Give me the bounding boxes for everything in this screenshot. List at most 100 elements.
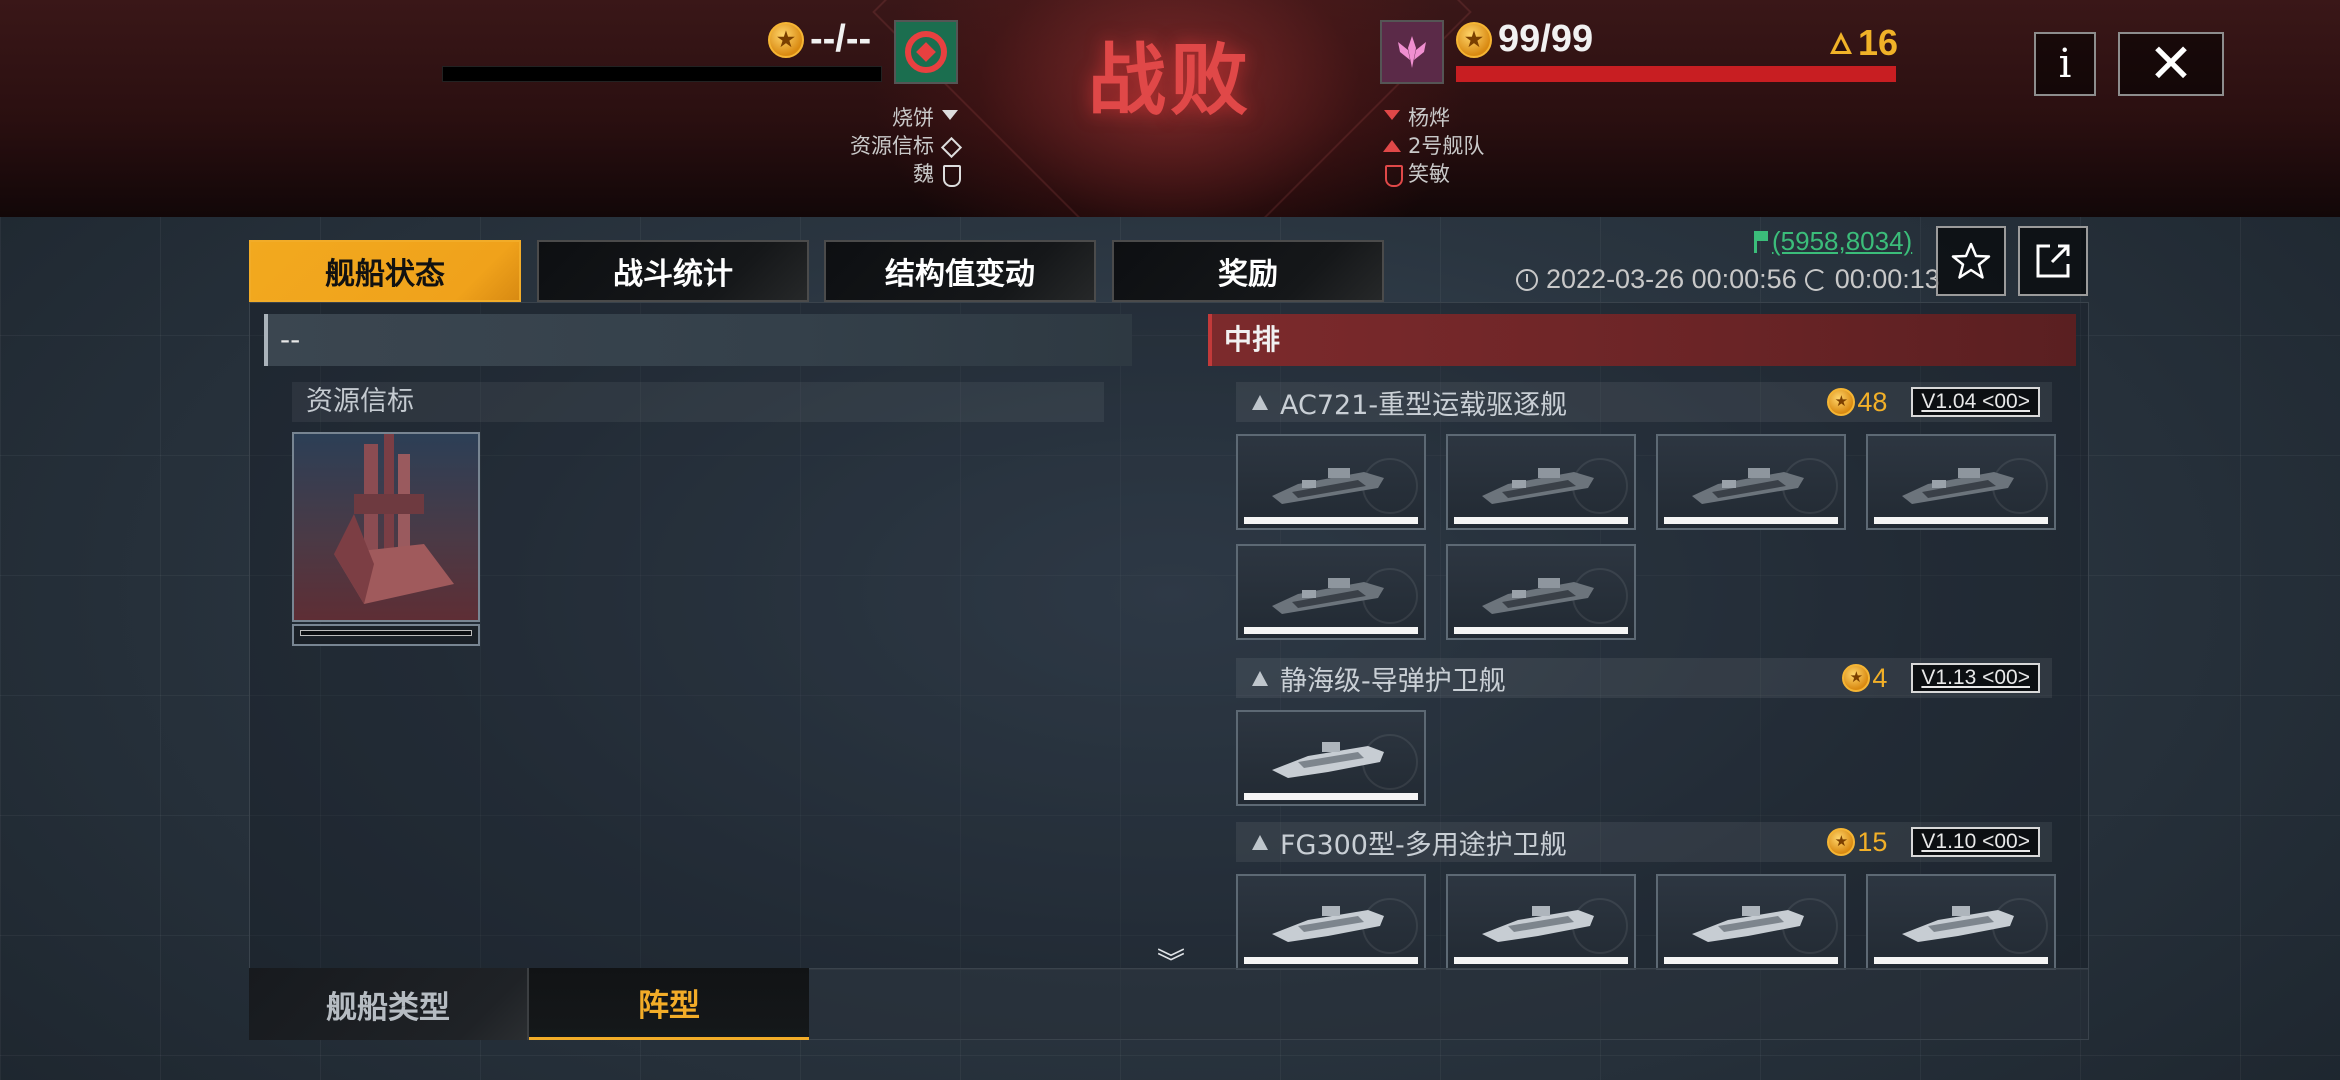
rank-triangle-icon: [1830, 32, 1852, 54]
ship-card[interactable]: [1446, 434, 1636, 530]
ship-hp-bar: [1454, 957, 1628, 964]
ship-hp-bar: [1454, 517, 1628, 524]
version-tag[interactable]: V1.04 <00>: [1911, 387, 2040, 417]
info-button[interactable]: i: [2034, 32, 2096, 96]
ship-card[interactable]: [1236, 874, 1426, 970]
left-group-header: 资源信标: [292, 382, 1104, 422]
ship-image: [1482, 906, 1594, 942]
ship-hp-bar: [1454, 627, 1628, 634]
left-info-commander: 烧饼: [820, 104, 960, 132]
right-info-list: 杨烨 2号舰队 笑敏: [1382, 104, 1582, 188]
right-info-alliance: 笑敏: [1382, 160, 1582, 188]
version-tag[interactable]: V1.10 <00>: [1911, 827, 2040, 857]
ship-image: [1482, 578, 1594, 614]
ship-image: [1482, 468, 1594, 504]
faction-emblem-icon: [905, 31, 947, 73]
ship-hp-bar: [1244, 627, 1418, 634]
close-button[interactable]: ✕: [2118, 32, 2224, 96]
resource-icon: [1456, 21, 1492, 58]
coordinates-link[interactable]: (5958,8034): [1754, 226, 1912, 257]
ship-card[interactable]: [1866, 874, 2056, 970]
fleet-up-red-icon: [1382, 136, 1402, 156]
left-hp-bar: [442, 66, 882, 82]
right-score-value: 99/99: [1498, 18, 1594, 60]
tab-battle-stats[interactable]: 战斗统计: [537, 240, 809, 302]
ship-card[interactable]: [1656, 874, 1846, 970]
right-faction-badge: [1380, 20, 1444, 84]
tab-structure-change[interactable]: 结构值变动: [824, 240, 1096, 302]
diamond-icon: [940, 136, 960, 156]
ship-hp-bar: [1874, 957, 2048, 964]
faction-emblem-icon: [1398, 36, 1426, 68]
resource-icon: [1842, 664, 1871, 692]
ship-image: [1692, 468, 1804, 504]
left-score: --/--: [768, 18, 871, 61]
left-faction-badge: [894, 20, 958, 84]
ship-hp-bar: [1244, 517, 1418, 524]
battle-datetime: 2022-03-26 00:00:56: [1546, 264, 1797, 294]
shield-red-icon: [1382, 164, 1403, 187]
ship-hp-bar: [1874, 517, 2048, 524]
ship-card[interactable]: [1236, 434, 1426, 530]
ship-hp-bar: [1664, 957, 1838, 964]
timer-icon: [1804, 268, 1827, 291]
rank-indicator: 16: [1830, 22, 1898, 64]
ship-hp-bar: [1664, 517, 1838, 524]
right-info-commander: 杨烨: [1382, 104, 1582, 132]
ship-card[interactable]: [1236, 544, 1426, 640]
battle-time: 2022-03-26 00:00:56 00:00:13: [1516, 264, 1940, 295]
star-icon: [1951, 242, 1991, 279]
beacon-structure-image: [334, 434, 454, 604]
ship-card[interactable]: [1446, 544, 1636, 640]
version-tag[interactable]: V1.13 <00>: [1911, 663, 2040, 693]
ship-card[interactable]: [1446, 874, 1636, 970]
chevron-up-icon: [1252, 394, 1268, 410]
right-info-fleet: 2号舰队: [1382, 132, 1582, 160]
right-score: 99/99: [1456, 18, 1593, 61]
left-info-list: 烧饼 资源信标 魏: [820, 104, 961, 188]
share-button[interactable]: [2018, 226, 2088, 296]
ship-image: [1272, 742, 1384, 778]
favorite-button[interactable]: [1936, 226, 2006, 296]
shield-icon: [940, 164, 961, 187]
ship-card[interactable]: [1236, 710, 1426, 806]
ship-image: [1692, 906, 1804, 942]
commander-down-icon: [940, 108, 960, 128]
share-icon: [2036, 244, 2070, 278]
ship-group-header[interactable]: FG300型-多用途护卫舰 15 V1.10 <00>: [1236, 822, 2052, 862]
resource-icon: [1827, 388, 1856, 416]
chevron-up-icon: [1252, 670, 1268, 686]
right-hp-fill: [1456, 66, 1896, 82]
ship-image: [1902, 468, 2014, 504]
ship-card[interactable]: [1656, 434, 1846, 530]
left-info-type: 资源信标: [820, 132, 960, 160]
ship-hp-bar: [1244, 957, 1418, 964]
left-score-value: --/--: [810, 18, 872, 60]
ship-image: [1272, 578, 1384, 614]
flag-icon: [1754, 230, 1768, 253]
ship-image: [1272, 468, 1384, 504]
commander-down-red-icon: [1382, 108, 1402, 128]
right-side-title: 中排: [1208, 314, 2076, 366]
ship-image: [1272, 906, 1384, 942]
left-info-alliance: 魏: [820, 160, 961, 188]
left-side-title: --: [264, 314, 1132, 366]
ship-image: [1902, 906, 2014, 942]
right-hp-bar: [1456, 66, 1896, 82]
beacon-hp-bar: [292, 624, 480, 646]
clock-icon: [1516, 268, 1538, 291]
rank-value: 16: [1858, 22, 1899, 63]
resource-icon: [1827, 828, 1856, 856]
ship-card[interactable]: [1866, 434, 2056, 530]
ship-group-header[interactable]: AC721-重型运载驱逐舰 48 V1.04 <00>: [1236, 382, 2052, 422]
tab-ship-status[interactable]: 舰船状态: [249, 240, 521, 302]
resource-beacon-thumbnail[interactable]: [292, 432, 480, 622]
battle-duration: 00:00:13: [1834, 264, 1940, 294]
tab-rewards[interactable]: 奖励: [1112, 240, 1384, 302]
ship-group-header[interactable]: 静海级-导弹护卫舰 4 V1.13 <00>: [1236, 658, 2052, 698]
chevron-up-icon: [1252, 834, 1268, 850]
tab-formation[interactable]: 阵型: [529, 968, 809, 1040]
resource-icon: [768, 21, 804, 58]
ship-hp-bar: [1244, 793, 1418, 800]
tab-ship-type[interactable]: 舰船类型: [249, 968, 529, 1040]
